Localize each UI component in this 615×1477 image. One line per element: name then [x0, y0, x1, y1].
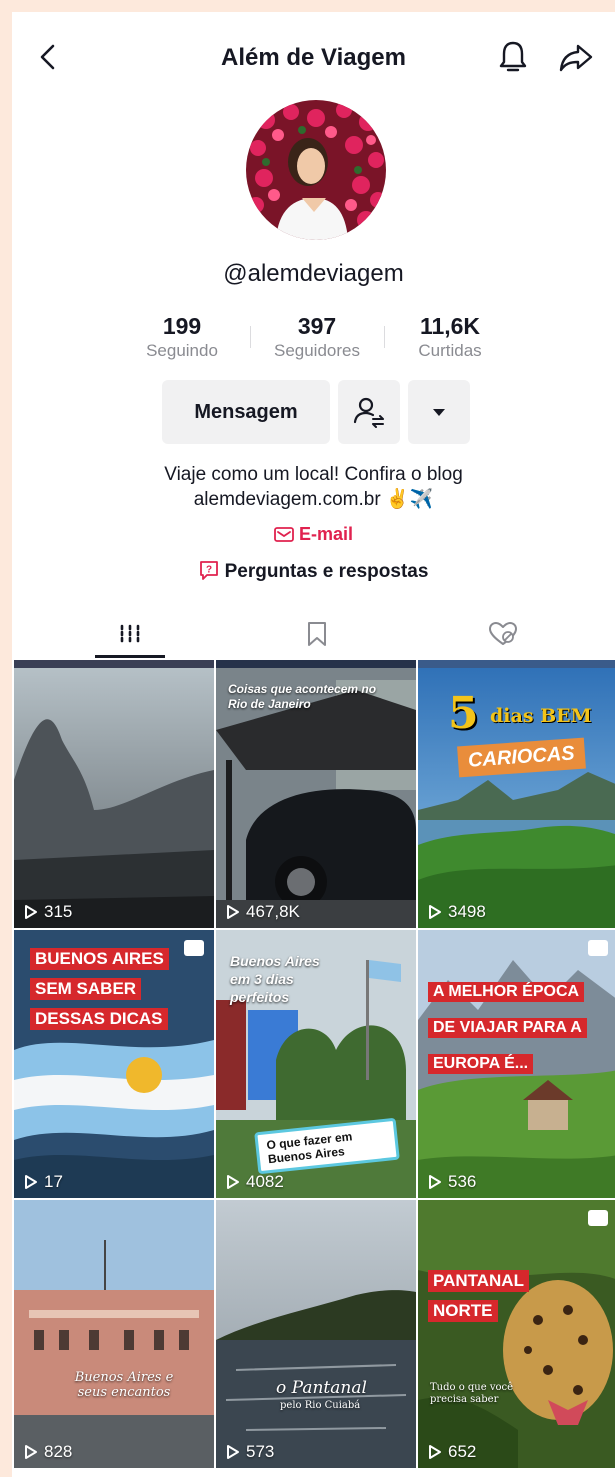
question-bubble-icon: ?: [199, 561, 218, 580]
grid-icon: [120, 624, 139, 644]
video-grid: 315 Coisas que acontecem no Rio de Janei…: [12, 660, 615, 1477]
stat-followers-label: Seguidores: [273, 341, 360, 360]
video-caption: dias BEM: [490, 705, 592, 727]
bell-icon[interactable]: [496, 38, 530, 76]
video-thumbnail[interactable]: PANTANAL NORTE Tudo o que você precisa s…: [418, 1200, 615, 1468]
video-caption-line: A MELHOR ÉPOCA: [428, 982, 585, 1002]
video-caption-line: SEM SABER: [30, 978, 142, 1000]
view-count: 315: [24, 902, 72, 922]
play-icon: [25, 1175, 37, 1189]
view-count-value: 3498: [448, 902, 486, 921]
view-count: 4082: [226, 1172, 284, 1192]
play-icon: [25, 1445, 37, 1459]
view-count-value: 573: [246, 1442, 275, 1461]
view-count: 3498: [428, 902, 486, 922]
photo-carousel-icon: [184, 940, 204, 956]
active-tab-indicator: [95, 655, 165, 658]
video-caption: o Pantanal: [276, 1378, 367, 1398]
bio-link[interactable]: alemdeviagem.com.br ✌️✈️: [12, 487, 615, 512]
video-thumbnail[interactable]: A MELHOR ÉPOCA DE VIAJAR PARA A EUROPA É…: [418, 930, 615, 1198]
play-icon: [429, 905, 441, 919]
follow-suggestions-button[interactable]: [338, 380, 400, 444]
stat-likes-label: Curtidas: [418, 341, 482, 360]
play-icon: [227, 1175, 239, 1189]
share-icon[interactable]: [558, 40, 594, 74]
stat-likes[interactable]: 11,6K Curtidas: [400, 312, 500, 362]
video-caption: Buenos Aires e seus encantos: [74, 1370, 174, 1400]
video-caption: Coisas que acontecem no Rio de Janeiro: [228, 682, 377, 711]
play-icon: [25, 905, 37, 919]
stat-following-label: Seguindo: [146, 341, 218, 360]
view-count: 573: [226, 1442, 274, 1462]
video-caption: Buenos Aires em 3 dias perfeitos: [230, 953, 320, 1005]
caret-down-icon: [433, 409, 445, 416]
video-thumbnail[interactable]: Buenos Aires e seus encantos 828: [14, 1200, 214, 1468]
stat-likes-value: 11,6K: [419, 313, 481, 339]
video-thumbnail[interactable]: Coisas que acontecem no Rio de Janeiro 4…: [216, 660, 416, 928]
top-bar: Além de Viagem: [12, 12, 615, 104]
video-thumbnail[interactable]: 315: [14, 660, 214, 928]
tab-saved[interactable]: [216, 610, 417, 658]
stat-followers[interactable]: 397 Seguidores: [260, 312, 374, 362]
bookmark-icon: [307, 622, 326, 646]
stat-divider: [384, 326, 385, 348]
video-thumbnail[interactable]: BUENOS AIRES SEM SABER DESSAS DICAS 17: [14, 930, 214, 1198]
photo-carousel-icon: [588, 1210, 608, 1226]
view-count-value: 17: [44, 1172, 63, 1191]
tab-videos[interactable]: [29, 610, 230, 658]
avatar[interactable]: [246, 100, 386, 240]
video-caption-line: DE VIAJAR PARA A: [428, 1018, 587, 1038]
video-thumbnail[interactable]: 5 dias BEM CARIOCAS 3498: [418, 660, 615, 928]
bio: Viaje como um local! Confira o blog alem…: [12, 462, 615, 512]
video-caption-sub: pelo Rio Cuiabá: [280, 1400, 361, 1411]
view-count: 467,8K: [226, 902, 300, 922]
qa-label: Perguntas e respostas: [224, 561, 429, 582]
video-caption-line: PANTANAL: [428, 1270, 529, 1292]
email-link[interactable]: E-mail: [12, 524, 615, 545]
username: @alemdeviagem: [223, 260, 404, 287]
tab-liked[interactable]: [402, 610, 603, 658]
video-caption-line: EUROPA É...: [428, 1054, 534, 1074]
view-count: 17: [24, 1172, 63, 1192]
view-count: 828: [24, 1442, 72, 1462]
envelope-icon: [274, 527, 294, 542]
video-thumbnail[interactable]: o Pantanal pelo Rio Cuiabá 573: [216, 1200, 416, 1468]
stat-following[interactable]: 199 Seguindo: [132, 312, 232, 362]
view-count-value: 4082: [246, 1172, 284, 1191]
photo-carousel-icon: [588, 940, 608, 956]
stat-divider: [250, 326, 251, 348]
more-options-button[interactable]: [408, 380, 470, 444]
view-count: 652: [428, 1442, 476, 1462]
video-caption-number: 5: [448, 688, 479, 739]
video-thumbnail[interactable]: Buenos Aires em 3 dias perfeitos O que f…: [216, 930, 416, 1198]
video-caption-sub: Tudo o que você precisa saber: [430, 1382, 514, 1405]
view-count-value: 828: [44, 1442, 73, 1461]
video-caption-line: NORTE: [428, 1300, 498, 1322]
content-tabs: [12, 610, 615, 658]
view-count-value: 536: [448, 1172, 477, 1191]
profile-screen: Além de Viagem @alemdeviagem 199 Seguind…: [12, 12, 615, 1477]
user-swap-icon: [353, 397, 384, 428]
email-label: E-mail: [298, 524, 354, 544]
stat-followers-value: 397: [297, 313, 337, 339]
stat-following-value: 199: [162, 313, 202, 339]
bio-line: Viaje como um local! Confira o blog: [164, 464, 463, 485]
video-caption-line: DESSAS DICAS: [30, 1008, 168, 1030]
play-icon: [227, 1445, 239, 1459]
play-icon: [429, 1445, 441, 1459]
video-caption-line: BUENOS AIRES: [30, 948, 169, 970]
view-count: 536: [428, 1172, 476, 1192]
view-count-value: 467,8K: [246, 902, 300, 921]
message-button[interactable]: Mensagem: [162, 380, 330, 444]
liked-hidden-icon: [488, 622, 517, 645]
profile-stats: 199 Seguindo 397 Seguidores 11,6K Curtid…: [132, 312, 502, 372]
view-count-value: 315: [44, 902, 73, 921]
svg-text:?: ?: [206, 565, 212, 576]
play-icon: [227, 905, 239, 919]
view-count-value: 652: [448, 1442, 477, 1461]
play-icon: [429, 1175, 441, 1189]
qa-link[interactable]: ? Perguntas e respostas: [12, 560, 615, 583]
